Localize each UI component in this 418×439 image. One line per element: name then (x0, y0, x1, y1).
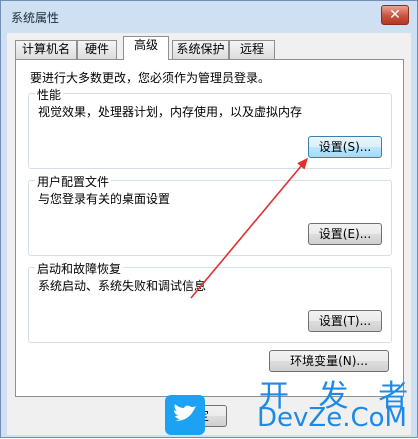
user-profiles-group: 用户配置文件 与您登录有关的桌面设置 设置(E)... (28, 173, 392, 256)
bird-logo-icon (165, 395, 205, 435)
performance-title: 性能 (35, 86, 64, 103)
startup-recovery-title: 启动和故障恢复 (35, 260, 124, 277)
close-button[interactable]: ✕ (381, 5, 409, 25)
startup-recovery-group: 启动和故障恢复 系统启动、系统失败和调试信息 设置(T)... (28, 260, 392, 343)
title-bar: 系统属性 ✕ (1, 1, 417, 31)
tab-hardware[interactable]: 硬件 (77, 40, 117, 59)
tab-system-protection[interactable]: 系统保护 (172, 40, 229, 59)
tab-advanced[interactable]: 高级 (123, 36, 169, 60)
tab-remote[interactable]: 远程 (229, 40, 275, 59)
performance-description: 视觉效果，处理器计划，内存使用，以及虚拟内存 (38, 105, 303, 119)
startup-recovery-description: 系统启动、系统失败和调试信息 (38, 279, 207, 293)
performance-group: 性能 视觉效果，处理器计划，内存使用，以及虚拟内存 设置(S)... (28, 86, 392, 169)
user-profiles-settings-button[interactable]: 设置(E)... (308, 223, 382, 245)
window-title: 系统属性 (11, 11, 60, 25)
startup-recovery-settings-button[interactable]: 设置(T)... (308, 310, 382, 332)
advanced-tab-panel: 要进行大多数更改，您必须作为管理员登录。 性能 视觉效果，处理器计划，内存使用，… (15, 59, 404, 397)
admin-notice: 要进行大多数更改，您必须作为管理员登录。 (30, 71, 271, 85)
close-icon: ✕ (389, 7, 401, 23)
system-properties-window: 系统属性 ✕ 计算机名 硬件 高级 系统保护 远程 要进行大多数更改，您必须作为… (0, 0, 418, 438)
performance-settings-button[interactable]: 设置(S)... (308, 136, 382, 158)
watermark-text-bottom: DevZe.CoM (257, 403, 407, 433)
user-profiles-title: 用户配置文件 (35, 173, 112, 190)
environment-variables-button[interactable]: 环境变量(N)... (269, 350, 389, 372)
user-profiles-description: 与您登录有关的桌面设置 (38, 192, 171, 206)
tab-computer-name[interactable]: 计算机名 (15, 40, 77, 59)
